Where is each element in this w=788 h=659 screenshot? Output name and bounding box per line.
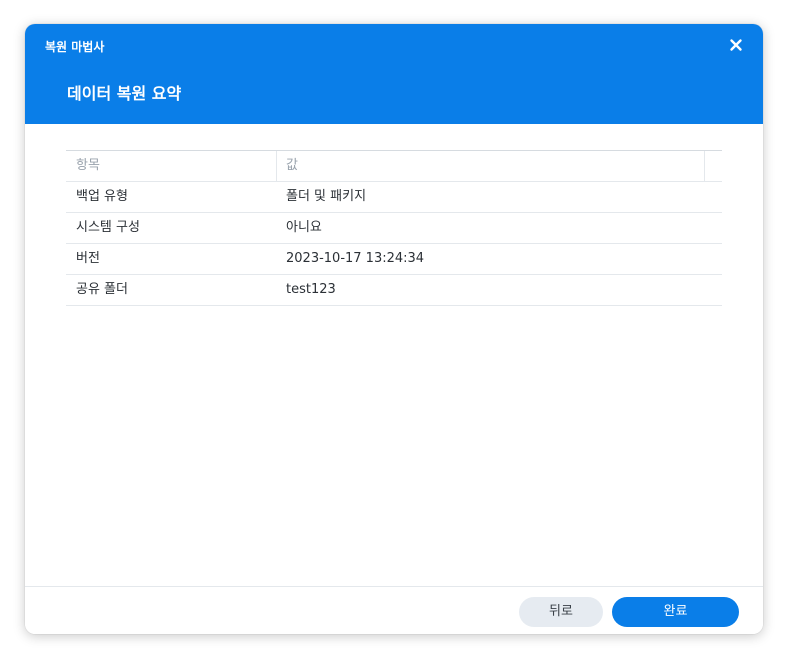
summary-table: 항목 값 백업 유형 폴더 및 패키지 시스템 구성 아니요 버전 2023-1… xyxy=(66,150,722,306)
finish-button[interactable]: 완료 xyxy=(612,597,739,627)
window-title: 복원 마법사 xyxy=(45,40,105,54)
dialog-footer: 뒤로 완료 xyxy=(25,586,763,634)
table-header-row: 항목 값 xyxy=(66,151,722,182)
row-value: 2023-10-17 13:24:34 xyxy=(286,251,425,266)
table-row: 시스템 구성 아니요 xyxy=(66,213,722,244)
row-item: 백업 유형 xyxy=(76,189,128,204)
column-divider xyxy=(276,151,277,181)
back-button[interactable]: 뒤로 xyxy=(519,597,603,627)
close-icon xyxy=(730,39,742,51)
row-value: 폴더 및 패키지 xyxy=(286,189,367,204)
restore-wizard-dialog: 복원 마법사 데이터 복원 요약 항목 값 백업 유형 폴더 및 패키지 시스템… xyxy=(25,24,763,634)
table-row: 백업 유형 폴더 및 패키지 xyxy=(66,182,722,213)
dialog-header: 복원 마법사 데이터 복원 요약 xyxy=(25,24,763,124)
row-item: 시스템 구성 xyxy=(76,220,140,235)
page-title: 데이터 복원 요약 xyxy=(67,84,182,103)
row-item: 버전 xyxy=(76,251,100,266)
column-header-item: 항목 xyxy=(76,158,100,173)
row-value: 아니요 xyxy=(286,220,322,235)
close-button[interactable] xyxy=(727,36,745,54)
row-item: 공유 폴더 xyxy=(76,282,128,297)
table-row: 공유 폴더 test123 xyxy=(66,275,722,306)
table-row: 버전 2023-10-17 13:24:34 xyxy=(66,244,722,275)
row-value: test123 xyxy=(286,282,336,297)
column-header-value: 값 xyxy=(286,158,298,173)
column-divider xyxy=(704,151,705,181)
